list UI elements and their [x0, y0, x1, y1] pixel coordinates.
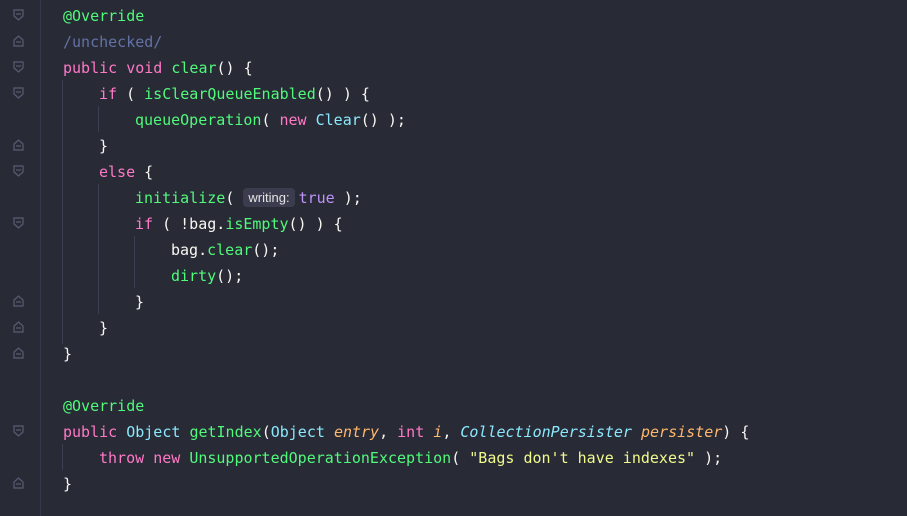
indent-guide — [134, 236, 135, 288]
code-line[interactable]: if ( isClearQueueEnabled() ) { — [99, 81, 370, 107]
annotation: @Override — [63, 7, 145, 25]
method-call: dirty — [171, 267, 217, 285]
code-line[interactable]: @Override — [63, 393, 144, 419]
punctuation: () { — [216, 59, 253, 77]
fold-icon[interactable] — [13, 217, 24, 229]
punctuation: () ) { — [315, 85, 370, 103]
keyword: public — [63, 423, 118, 441]
method-call: clear — [207, 241, 253, 259]
code-line[interactable]: } — [99, 133, 108, 159]
punctuation: ( !bag. — [153, 215, 226, 233]
annotation: @Override — [63, 397, 145, 415]
punctuation: () ) { — [288, 215, 343, 233]
code-line[interactable]: } — [135, 289, 144, 315]
closing-brace: } — [63, 345, 73, 363]
punctuation: ); — [334, 189, 362, 207]
parameter-hint: writing: — [243, 188, 295, 207]
punctuation: ) { — [722, 423, 750, 441]
code-line[interactable]: } — [99, 315, 108, 341]
parameter-type: Object — [270, 423, 325, 441]
closing-brace: } — [99, 319, 109, 337]
object-ref: bag. — [171, 241, 208, 259]
punctuation: ( — [451, 449, 470, 467]
parameter-type: int — [397, 423, 425, 441]
keyword: new — [279, 111, 307, 129]
code-line[interactable]: @Override — [63, 3, 144, 29]
punctuation: ); — [695, 449, 723, 467]
fold-icon[interactable] — [13, 295, 24, 307]
boolean-literal: true — [298, 189, 335, 207]
parameter-type: CollectionPersister — [460, 423, 632, 441]
keyword: void — [126, 59, 163, 77]
fold-icon[interactable] — [13, 347, 24, 359]
indent-guide — [98, 106, 99, 132]
punctuation: () ); — [360, 111, 406, 129]
keyword: else — [99, 163, 136, 181]
indent-guide — [98, 184, 99, 314]
method-name: clear — [171, 59, 217, 77]
code-editor[interactable]: @Override /unchecked/ public void clear(… — [0, 0, 907, 516]
fold-icon[interactable] — [13, 87, 24, 99]
fold-icon[interactable] — [13, 61, 24, 73]
fold-icon[interactable] — [13, 425, 24, 437]
parameter-name: persister — [641, 423, 723, 441]
fold-icon[interactable] — [13, 139, 24, 151]
keyword: new — [153, 449, 181, 467]
closing-brace: } — [135, 293, 145, 311]
code-line[interactable]: initialize( writing: true ); — [135, 185, 362, 211]
parameter-name: i — [433, 423, 443, 441]
code-line[interactable]: bag.clear(); — [171, 237, 279, 263]
indent-guide — [62, 444, 63, 470]
code-line[interactable]: throw new UnsupportedOperationException(… — [99, 445, 722, 471]
fold-icon[interactable] — [13, 477, 24, 489]
editor-gutter — [0, 0, 40, 516]
code-line[interactable]: else { — [99, 159, 153, 185]
method-call: queueOperation — [135, 111, 262, 129]
code-line[interactable]: /unchecked/ — [63, 29, 162, 55]
punctuation: { — [135, 163, 154, 181]
closing-brace: } — [63, 475, 73, 493]
code-line[interactable]: queueOperation( new Clear() ); — [135, 107, 406, 133]
keyword: if — [135, 215, 154, 233]
closing-brace: } — [99, 137, 109, 155]
fold-icon[interactable] — [13, 35, 24, 47]
code-line[interactable]: } — [63, 341, 72, 367]
punctuation: ( — [225, 189, 244, 207]
keyword: public — [63, 59, 118, 77]
keyword: throw — [99, 449, 145, 467]
gutter-separator — [40, 0, 41, 516]
punctuation: ( — [117, 85, 145, 103]
class-name: UnsupportedOperationException — [189, 449, 452, 467]
method-call: initialize — [135, 189, 226, 207]
code-line[interactable]: public Object getIndex(Object entry, int… — [63, 419, 749, 445]
class-name: Clear — [315, 111, 361, 129]
method-call: isClearQueueEnabled — [144, 85, 316, 103]
fold-icon[interactable] — [13, 321, 24, 333]
punctuation: ( — [261, 111, 280, 129]
method-name: getIndex — [189, 423, 262, 441]
parameter-name: entry — [333, 423, 380, 441]
comment: /unchecked/ — [63, 33, 163, 51]
code-line[interactable]: if ( !bag.isEmpty() ) { — [135, 211, 343, 237]
keyword: if — [99, 85, 118, 103]
fold-icon[interactable] — [13, 165, 24, 177]
method-call: isEmpty — [225, 215, 289, 233]
code-line[interactable]: dirty(); — [171, 263, 243, 289]
code-line[interactable]: } — [63, 471, 72, 497]
return-type: Object — [126, 423, 181, 441]
string-literal: "Bags don't have indexes" — [469, 449, 696, 467]
punctuation: (); — [216, 267, 244, 285]
indent-guide — [62, 80, 63, 344]
fold-icon[interactable] — [13, 9, 24, 21]
code-line[interactable]: public void clear() { — [63, 55, 253, 81]
punctuation: (); — [252, 241, 280, 259]
